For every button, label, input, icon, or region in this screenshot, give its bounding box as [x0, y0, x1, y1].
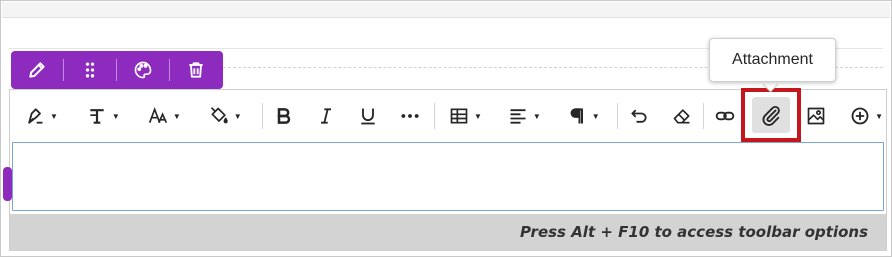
palette-icon: [134, 61, 152, 79]
plus-circle-icon: [851, 107, 869, 125]
content-edit-area[interactable]: [12, 142, 884, 211]
chevron-down-icon: ▼: [233, 111, 242, 121]
italic-icon: [320, 108, 331, 124]
chevron-down-icon: ▼: [111, 111, 120, 121]
paint-bucket-icon: [210, 107, 228, 124]
separator: [261, 103, 263, 129]
bold-button[interactable]: [273, 97, 296, 135]
separator: [433, 103, 435, 129]
bold-icon: [277, 108, 291, 124]
editor-toolbar: ▼ ▼ ▼ ▼ ▼ ▼ ▼ ▼: [10, 88, 886, 142]
chevron-down-icon: ▼: [591, 111, 600, 121]
insert-image-button[interactable]: [805, 97, 828, 135]
font-size-icon: [148, 106, 167, 124]
undo-button[interactable]: [628, 97, 651, 135]
attachment-button[interactable]: [752, 97, 790, 133]
chevron-down-icon: ▼: [875, 111, 884, 121]
drag-dots-icon: [85, 62, 95, 78]
status-bar: Press Alt + F10 to access toolbar option…: [10, 214, 886, 250]
insert-content-button[interactable]: ▼: [847, 97, 886, 135]
table-icon: [450, 108, 468, 124]
eraser-icon: [673, 109, 690, 124]
separator: [616, 103, 618, 129]
chevron-down-icon: ▼: [50, 111, 58, 121]
paragraph-button[interactable]: ▼: [564, 97, 603, 135]
block-delete-button[interactable]: [170, 51, 222, 89]
block-style-button[interactable]: [117, 51, 169, 89]
block-edit-button[interactable]: [11, 51, 63, 89]
chevron-down-icon: ▼: [473, 111, 482, 121]
paperclip-icon: [762, 105, 780, 126]
underline-icon: [361, 108, 375, 125]
chevron-down-icon: ▼: [532, 111, 541, 121]
highlight-color-button[interactable]: ▼: [204, 97, 247, 135]
block-move-button[interactable]: [64, 51, 116, 89]
top-band: [2, 2, 890, 18]
text-style-icon: [90, 109, 104, 124]
ellipsis-icon: [401, 114, 419, 118]
rich-text-editor: ▼ ▼ ▼ ▼ ▼ ▼ ▼ ▼ Press Alt + F10 to acces…: [9, 88, 887, 251]
resize-handle[interactable]: [3, 167, 12, 201]
insert-link-button[interactable]: [713, 97, 736, 135]
align-button[interactable]: ▼: [505, 97, 544, 135]
align-left-icon: [510, 109, 526, 124]
trash-icon: [189, 62, 203, 78]
attachment-highlight-box: [741, 88, 801, 142]
chevron-down-icon: ▼: [172, 111, 181, 121]
status-hint-text: Press Alt + F10 to access toolbar option…: [520, 223, 868, 241]
undo-icon: [631, 109, 647, 123]
block-toolbar: [11, 51, 223, 89]
clear-formatting-button[interactable]: [670, 97, 693, 135]
more-options-button[interactable]: [399, 97, 422, 135]
pencil-icon: [29, 62, 45, 78]
tooltip-text: Attachment: [732, 51, 813, 68]
text-color-button[interactable]: ▼: [22, 97, 61, 135]
attachment-tooltip: Attachment: [709, 38, 836, 82]
italic-button[interactable]: [314, 97, 337, 135]
separator: [703, 103, 705, 129]
insert-table-button[interactable]: ▼: [446, 97, 485, 135]
editor-panel-frame: ▼ ▼ ▼ ▼ ▼ ▼ ▼ ▼ Press Alt + F10 to acces…: [0, 0, 892, 257]
pilcrow-icon: [570, 108, 583, 124]
image-icon: [808, 107, 825, 125]
text-style-button[interactable]: ▼: [84, 97, 123, 135]
underline-button[interactable]: [356, 97, 379, 135]
pen-color-icon: [28, 108, 43, 124]
link-icon: [715, 111, 735, 121]
font-size-button[interactable]: ▼: [145, 97, 184, 135]
